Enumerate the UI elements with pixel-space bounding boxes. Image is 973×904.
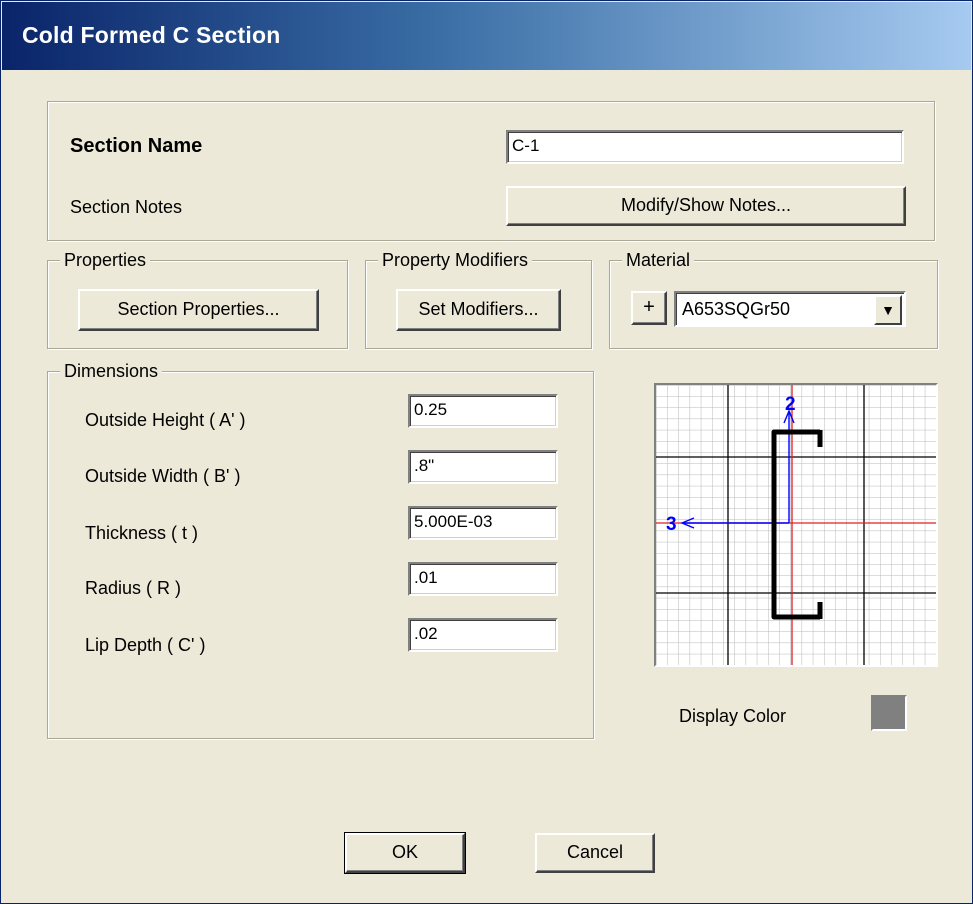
grid-background — [656, 385, 936, 665]
section-name-label: Section Name — [70, 135, 203, 157]
outside-width-label: Outside Width ( B' ) — [85, 466, 241, 486]
lip-depth-label: Lip Depth ( C' ) — [85, 635, 206, 655]
radius-label: Radius ( R ) — [85, 578, 182, 598]
property-modifiers-legend: Property Modifiers — [378, 249, 533, 271]
material-group: Material + A653SQGr50 ▼ — [609, 249, 938, 349]
section-properties-button[interactable]: Section Properties... — [78, 289, 319, 331]
chevron-down-icon[interactable]: ▼ — [874, 295, 902, 325]
set-modifiers-button[interactable]: Set Modifiers... — [396, 289, 561, 331]
dialog-body: Section Name C-1 Section Notes Modify/Sh… — [9, 71, 964, 893]
outside-width-input[interactable]: .8" — [408, 450, 558, 484]
property-modifiers-group: Property Modifiers Set Modifiers... — [365, 249, 592, 349]
display-color-swatch[interactable] — [871, 695, 907, 731]
lip-depth-input[interactable]: .02 — [408, 618, 558, 652]
outside-height-label: Outside Height ( A' ) — [85, 410, 246, 430]
display-color-label: Display Color — [679, 706, 787, 726]
cancel-button[interactable]: Cancel — [535, 833, 655, 873]
material-select-value: A653SQGr50 — [682, 299, 791, 319]
add-material-button[interactable]: + — [631, 291, 667, 325]
section-name-input[interactable]: C-1 — [506, 130, 904, 164]
section-notes-label: Section Notes — [70, 197, 183, 217]
window-title: Cold Formed C Section — [22, 22, 281, 48]
outside-height-input[interactable]: 0.25 — [408, 394, 558, 428]
section-preview: 2 3 — [654, 383, 938, 667]
material-select[interactable]: A653SQGr50 ▼ — [674, 291, 906, 327]
properties-legend: Properties — [60, 249, 151, 271]
dialog-window: Cold Formed C Section Section Name C-1 S… — [0, 0, 973, 904]
axis-2-label: 2 — [785, 394, 796, 415]
thickness-input[interactable]: 5.000E-03 — [408, 506, 558, 540]
material-legend: Material — [622, 249, 695, 271]
thickness-label: Thickness ( t ) — [85, 523, 199, 543]
dimensions-group: Dimensions Outside Height ( A' ) 0.25 Ou… — [47, 360, 594, 739]
section-name-group: Section Name C-1 Section Notes Modify/Sh… — [47, 101, 935, 241]
axis-3-label: 3 — [666, 514, 677, 535]
ok-button[interactable]: OK — [344, 832, 466, 874]
section-preview-drawing: 2 3 — [656, 385, 936, 665]
modify-show-notes-button[interactable]: Modify/Show Notes... — [506, 186, 906, 226]
title-bar[interactable]: Cold Formed C Section — [2, 2, 971, 70]
properties-group: Properties Section Properties... — [47, 249, 348, 349]
radius-input[interactable]: .01 — [408, 562, 558, 596]
dimensions-legend: Dimensions — [60, 360, 163, 382]
